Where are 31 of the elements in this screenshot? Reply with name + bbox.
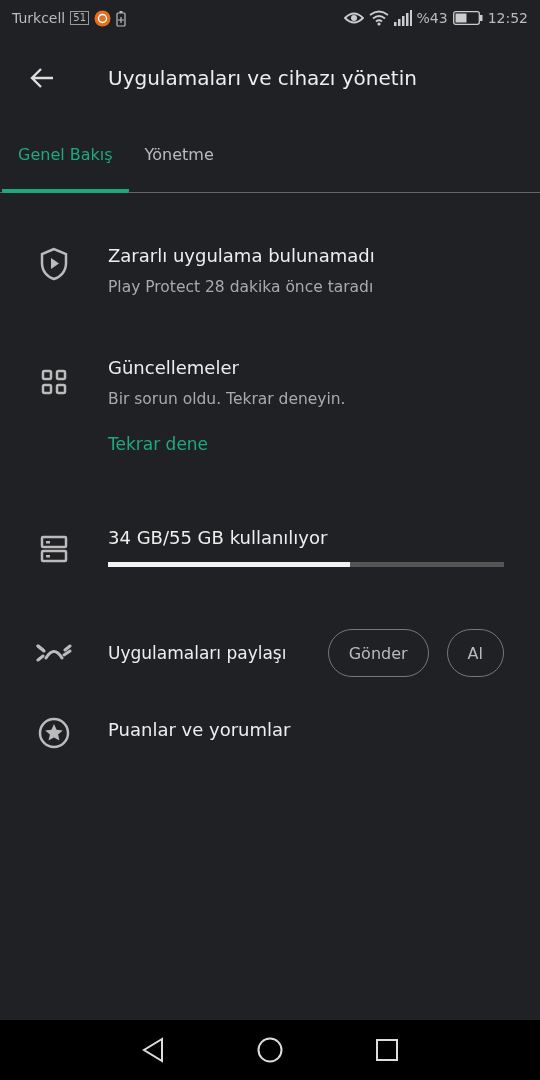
pill-button[interactable]: Gönder <box>327 629 429 677</box>
wifi-icon <box>368 10 389 26</box>
item-title: Puanlar ve yorumlar <box>108 719 292 740</box>
sim-badge: 51 <box>70 11 89 25</box>
item-title: Zararlı uygulama bulunamadı <box>108 245 376 266</box>
storage-icon <box>40 535 68 563</box>
item-subtitle: Bir sorun oldu. Tekrar deneyin. <box>108 390 347 408</box>
carrier-name: Turkcell <box>12 10 66 26</box>
item-title: Uygulamaları paylaşı <box>108 643 287 663</box>
tab[interactable]: Yönetme <box>128 120 230 193</box>
shield-play-icon <box>39 247 69 281</box>
triangle-icon <box>141 1037 165 1063</box>
clock-time: 12:52 <box>487 10 528 26</box>
notification-icon <box>94 9 111 27</box>
battery-percent: %43 <box>416 10 448 26</box>
share-swap-icon <box>36 643 72 663</box>
battery-icon <box>452 11 483 25</box>
item-subtitle: Play Protect 28 dakika önce taradı <box>108 278 375 296</box>
pill-button[interactable]: Al <box>446 629 504 677</box>
item-title: Güncellemeler <box>108 357 240 378</box>
back-arrow-icon <box>29 67 55 89</box>
grid-icon <box>41 369 67 395</box>
eye-icon <box>343 11 364 25</box>
circle-icon <box>257 1037 283 1063</box>
item-title: 34 GB/55 GB kullanılıyor <box>108 527 329 548</box>
page-title: Uygulamaları ve cihazı yönetin <box>108 66 417 90</box>
tab[interactable]: Genel Bakış <box>2 120 129 193</box>
signal-icon <box>393 10 412 26</box>
battery-saver-icon <box>116 9 126 27</box>
retry-link[interactable]: Tekrar dene <box>108 434 209 454</box>
square-icon <box>375 1038 399 1062</box>
